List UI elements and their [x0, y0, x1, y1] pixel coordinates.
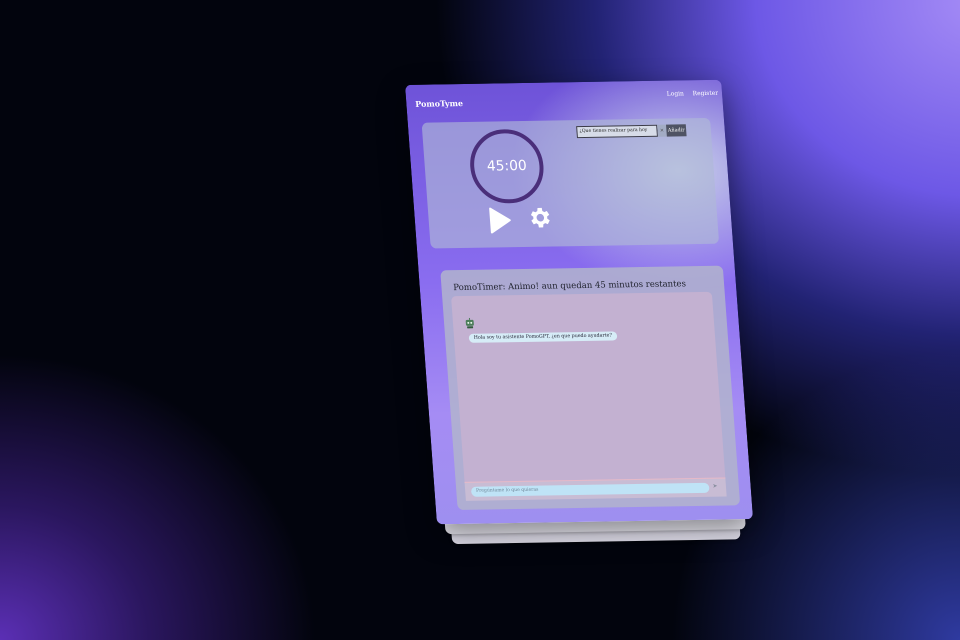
- brand-logo[interactable]: PomoTyme: [415, 98, 463, 109]
- chat-title: PomoTimer: Animo! aun quedan 45 minutos …: [453, 279, 687, 294]
- add-task-button[interactable]: Añadir: [665, 124, 687, 137]
- timer-card: 45:00 ¿Que tienes realizar para hoy × Añ…: [421, 117, 720, 249]
- auth-links: Login Register: [660, 90, 719, 98]
- robot-icon: [465, 317, 474, 329]
- timer-display: 45:00: [486, 157, 528, 175]
- gear-icon[interactable]: [525, 205, 553, 231]
- send-icon[interactable]: ➤: [711, 483, 719, 491]
- register-link[interactable]: Register: [692, 90, 718, 97]
- bot-message: Hola soy tu asistente PomoGPT, ¿en que p…: [468, 331, 618, 343]
- task-form: ¿Que tienes realizar para hoy × Añadir: [576, 124, 687, 139]
- top-nav: PomoTyme Login Register: [415, 90, 719, 113]
- play-icon[interactable]: [487, 207, 513, 234]
- chat-input[interactable]: Pregúntame lo que quieras: [470, 482, 710, 497]
- chat-messages: Hola soy tu asistente PomoGPT, ¿en que p…: [451, 291, 726, 488]
- chat-card: PomoTimer: Animo! aun quedan 45 minutos …: [440, 265, 741, 510]
- app-mockup: PomoTyme Login Register 45:00 ¿Que tiene…: [405, 79, 754, 545]
- task-input[interactable]: ¿Que tienes realizar para hoy: [576, 124, 658, 139]
- app-window: PomoTyme Login Register 45:00 ¿Que tiene…: [405, 79, 754, 525]
- login-link[interactable]: Login: [667, 90, 685, 97]
- chat-input-bar: Pregúntame lo que quieras ➤: [464, 477, 727, 501]
